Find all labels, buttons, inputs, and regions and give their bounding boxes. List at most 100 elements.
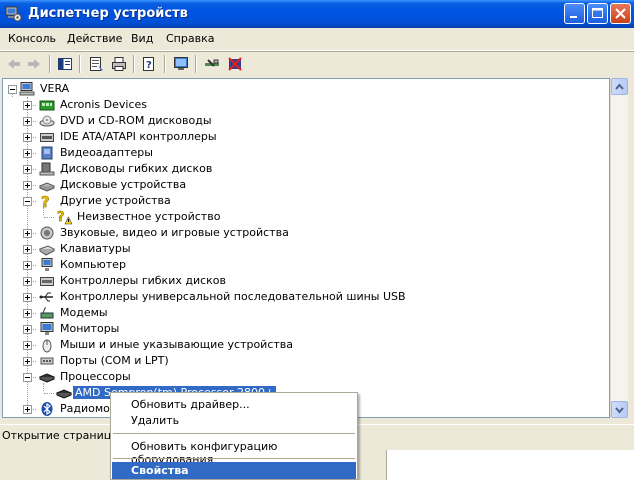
expand-icon[interactable] bbox=[23, 325, 32, 334]
forward-icon[interactable] bbox=[26, 56, 42, 72]
tree-item-label: Другие устройства bbox=[60, 194, 171, 207]
mouse-icon bbox=[42, 339, 52, 353]
unknown-device-warning-icon: ? bbox=[57, 210, 72, 225]
acronis-icon bbox=[39, 100, 55, 111]
scroll-down-button[interactable] bbox=[611, 401, 628, 418]
collapse-icon[interactable] bbox=[8, 85, 17, 94]
toolbar-separator bbox=[164, 55, 166, 73]
expand-icon[interactable] bbox=[23, 261, 32, 270]
maximize-button[interactable] bbox=[587, 3, 608, 24]
tree-category-item[interactable]: Порты (COM и LPT) bbox=[3, 353, 603, 369]
tree-category-item[interactable]: IDE ATA/ATAPI контроллеры bbox=[3, 129, 603, 145]
tree-category-item[interactable]: Видеоадаптеры bbox=[3, 145, 603, 161]
collapse-icon[interactable] bbox=[23, 373, 32, 382]
tree-toggle-icon[interactable] bbox=[57, 56, 73, 72]
expand-icon[interactable] bbox=[23, 293, 32, 302]
unknown-device-icon: ? bbox=[41, 193, 50, 209]
computer-icon bbox=[41, 258, 53, 271]
tree-category-item[interactable]: Процессоры bbox=[3, 369, 603, 385]
minimize-icon bbox=[570, 16, 577, 18]
cpu-chip-icon bbox=[56, 389, 72, 399]
tree-item-label: Видеоадаптеры bbox=[60, 146, 153, 159]
tree-category-item[interactable]: Модемы bbox=[3, 305, 603, 321]
expand-icon[interactable] bbox=[23, 117, 32, 126]
menu-help[interactable]: Справка bbox=[166, 32, 214, 45]
expand-icon[interactable] bbox=[23, 181, 32, 190]
uninstall-icon[interactable] bbox=[227, 56, 243, 72]
cdrom-icon bbox=[39, 115, 55, 127]
modem-icon bbox=[40, 307, 54, 319]
tree-category-item[interactable]: Компьютер bbox=[3, 257, 603, 273]
menu-properties[interactable]: Свойства bbox=[112, 462, 356, 479]
tree-category-item[interactable]: Контроллеры универсальной последовательн… bbox=[3, 289, 603, 305]
menu-separator bbox=[113, 458, 355, 459]
expand-icon[interactable] bbox=[23, 133, 32, 142]
tree-category-item[interactable]: Мониторы bbox=[3, 321, 603, 337]
expand-icon[interactable] bbox=[23, 405, 32, 414]
tree-category-item[interactable]: Звуковые, видео и игровые устройства bbox=[3, 225, 603, 241]
collapse-icon[interactable] bbox=[23, 197, 32, 206]
device-tree[interactable]: VERA Acronis Devices DVD и CD-ROM дисково… bbox=[2, 78, 610, 418]
window-title: Диспетчер устройств bbox=[28, 6, 188, 21]
toolbar-separator bbox=[49, 55, 51, 73]
tree-item-label: Дисковые устройства bbox=[60, 178, 187, 191]
tree-item-label: Мониторы bbox=[60, 322, 120, 335]
tree-category-item[interactable]: ? Другие устройства bbox=[3, 193, 603, 209]
toolbar-separator bbox=[79, 55, 81, 73]
menu-console[interactable]: Консоль bbox=[8, 32, 56, 45]
tree-category-item[interactable]: Дисководы гибких дисков bbox=[3, 161, 603, 177]
menu-update-driver[interactable]: Обновить драйвер... bbox=[112, 396, 356, 413]
expand-icon[interactable] bbox=[23, 309, 32, 318]
expand-icon[interactable] bbox=[23, 101, 32, 110]
title-bar[interactable]: Диспетчер устройств bbox=[0, 0, 634, 28]
keyboard-icon bbox=[39, 245, 55, 256]
tree-category-item[interactable]: Дисковые устройства bbox=[3, 177, 603, 193]
help-icon[interactable]: ? bbox=[141, 56, 157, 72]
tree-item-label: Контроллеры универсальной последовательн… bbox=[60, 290, 406, 303]
expand-icon[interactable] bbox=[23, 165, 32, 174]
expand-icon[interactable] bbox=[23, 229, 32, 238]
tree-item-label: Клавиатуры bbox=[60, 242, 131, 255]
tree-category-item[interactable]: Acronis Devices bbox=[3, 97, 603, 113]
menu-view[interactable]: Вид bbox=[131, 32, 153, 45]
close-icon bbox=[615, 8, 626, 19]
menu-uninstall[interactable]: Удалить bbox=[112, 412, 356, 429]
tree-item-label: DVD и CD-ROM дисководы bbox=[60, 114, 212, 127]
device-manager-icon bbox=[5, 6, 22, 22]
expand-icon[interactable] bbox=[23, 245, 32, 254]
tree-item-label: Модемы bbox=[60, 306, 108, 319]
device-manager-window: Диспетчер устройств Консоль Действие Вид… bbox=[0, 0, 634, 450]
expand-icon[interactable] bbox=[23, 357, 32, 366]
tree-root[interactable]: VERA bbox=[3, 81, 603, 97]
properties-icon[interactable] bbox=[88, 56, 104, 72]
scroll-up-button[interactable] bbox=[611, 78, 628, 95]
tree-line bbox=[44, 393, 54, 394]
back-icon[interactable] bbox=[6, 56, 22, 72]
print-icon[interactable] bbox=[111, 56, 127, 72]
processor-icon bbox=[39, 373, 55, 383]
svg-text:?: ? bbox=[41, 193, 50, 209]
minimize-button[interactable] bbox=[564, 3, 585, 24]
tree-item-label: Дисководы гибких дисков bbox=[60, 162, 213, 175]
tree-item-label: Мыши и иные указывающие устройства bbox=[60, 338, 294, 351]
usb-icon bbox=[39, 292, 53, 302]
close-button[interactable] bbox=[610, 3, 631, 24]
vertical-scrollbar[interactable] bbox=[610, 78, 628, 418]
expand-icon[interactable] bbox=[23, 277, 32, 286]
tree-device-item[interactable]: ? Неизвестное устройство bbox=[3, 209, 603, 225]
menu-update-driver-label: Обновить драйвер... bbox=[131, 398, 250, 411]
tree-category-item[interactable]: Мыши и иные указывающие устройства bbox=[3, 337, 603, 353]
scan-hardware-icon[interactable] bbox=[173, 56, 189, 72]
tree-line bbox=[44, 217, 54, 218]
expand-icon[interactable] bbox=[23, 341, 32, 350]
maximize-icon bbox=[592, 8, 603, 18]
menu-action[interactable]: Действие bbox=[67, 32, 122, 45]
expand-icon[interactable] bbox=[23, 149, 32, 158]
tree-item-label: Процессоры bbox=[60, 370, 131, 383]
update-driver-icon[interactable] bbox=[204, 56, 220, 72]
tree-category-item[interactable]: DVD и CD-ROM дисководы bbox=[3, 113, 603, 129]
tree-item-label: Неизвестное устройство bbox=[77, 210, 221, 223]
tree-category-item[interactable]: Контроллеры гибких дисков bbox=[3, 273, 603, 289]
menu-scan-hardware[interactable]: Обновить конфигурацию оборудования bbox=[112, 438, 356, 466]
tree-category-item[interactable]: Клавиатуры bbox=[3, 241, 603, 257]
